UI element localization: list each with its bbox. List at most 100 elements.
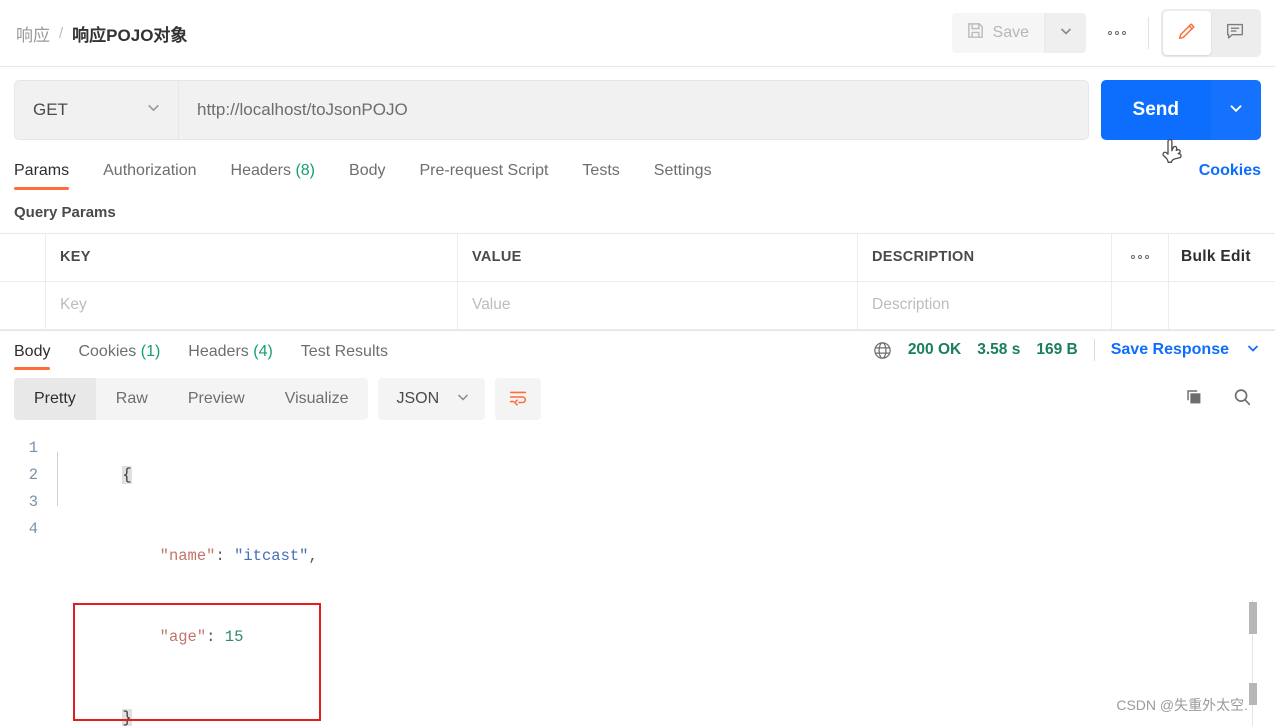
- body-format-select[interactable]: JSON: [378, 378, 486, 421]
- header-value: VALUE: [458, 233, 858, 281]
- tab-body[interactable]: Body: [349, 162, 385, 190]
- response-tab-test-results-label: Test Results: [300, 343, 388, 361]
- json-colon: :: [206, 628, 225, 647]
- copy-response-button[interactable]: [1175, 380, 1213, 418]
- response-body-toolbar: Pretty Raw Preview Visualize JSON: [0, 370, 1275, 426]
- save-label: Save: [992, 24, 1029, 41]
- save-response-button[interactable]: Save Response: [1111, 341, 1229, 359]
- param-key-input[interactable]: Key: [46, 281, 458, 329]
- response-tab-body-label: Body: [14, 343, 51, 361]
- json-key-name: "name": [159, 547, 216, 566]
- response-tab-body[interactable]: Body: [14, 343, 51, 371]
- ellipsis-icon: [1108, 31, 1126, 35]
- code-line-2: "name": "itcast",: [48, 516, 1275, 597]
- view-visualize[interactable]: Visualize: [265, 378, 369, 420]
- breadcrumb-parent[interactable]: 响应: [16, 21, 50, 46]
- save-dropdown-button[interactable]: [1044, 13, 1086, 53]
- code-line-4: }: [48, 678, 1275, 726]
- more-options-button[interactable]: [1094, 13, 1140, 53]
- save-button[interactable]: Save: [951, 13, 1044, 53]
- globe-icon: [872, 340, 892, 360]
- request-url-input[interactable]: [179, 80, 1089, 140]
- tab-settings[interactable]: Settings: [654, 162, 712, 190]
- view-preview[interactable]: Preview: [168, 378, 265, 420]
- breadcrumb: 响应 / 响应POJO对象: [16, 21, 187, 46]
- row-options-cell: [1112, 281, 1169, 329]
- row-checkbox-cell[interactable]: [0, 281, 46, 329]
- send-button-group: Send: [1100, 80, 1261, 140]
- save-button-group: Save: [951, 13, 1086, 53]
- param-description-input[interactable]: Description: [858, 281, 1112, 329]
- bulk-edit-button[interactable]: Bulk Edit: [1169, 234, 1275, 281]
- response-tab-cookies[interactable]: Cookies (1): [78, 343, 160, 370]
- search-response-button[interactable]: [1223, 380, 1261, 418]
- response-tab-headers-count: (4): [253, 343, 273, 361]
- chevron-down-icon[interactable]: [1245, 340, 1261, 361]
- word-wrap-icon: [507, 386, 529, 413]
- response-scrollbar[interactable]: [1249, 600, 1257, 726]
- chevron-down-icon: [1227, 99, 1245, 122]
- breadcrumb-current: 响应POJO对象: [72, 25, 188, 45]
- line-number: 2: [28, 466, 38, 485]
- code-open-brace: {: [122, 466, 132, 485]
- response-tab-cookies-label: Cookies: [78, 343, 137, 361]
- table-header-row: KEY VALUE DESCRIPTION Bulk Edit: [0, 233, 1275, 282]
- code-close-brace: }: [122, 709, 132, 726]
- cookies-link[interactable]: Cookies: [1199, 162, 1261, 190]
- response-json-code[interactable]: { "name": "itcast", "age": 15 }: [48, 426, 1275, 726]
- tab-params[interactable]: Params: [14, 161, 70, 190]
- tab-authorization[interactable]: Authorization: [103, 162, 196, 190]
- line-number: 3: [28, 493, 38, 512]
- floppy-disk-icon: [966, 21, 985, 45]
- response-status: 200 OK: [907, 341, 962, 359]
- header-checkbox-cell: [0, 233, 46, 281]
- watermark: CSDN @失重外太空.: [1116, 697, 1248, 713]
- param-value-input[interactable]: Value: [458, 281, 858, 329]
- line-number-gutter: 1 2 3 4: [14, 426, 48, 726]
- send-dropdown-button[interactable]: [1211, 80, 1261, 140]
- table-options-button[interactable]: [1112, 233, 1169, 281]
- send-button[interactable]: Send: [1100, 80, 1211, 140]
- query-params-table: KEY VALUE DESCRIPTION Bulk Edit Key Valu…: [0, 232, 1275, 330]
- tab-headers-label: Headers: [230, 161, 291, 179]
- app-header: 响应 / 响应POJO对象 Save: [0, 0, 1275, 67]
- body-view-switch: Pretty Raw Preview Visualize: [14, 378, 369, 421]
- json-comma: ,: [308, 547, 318, 566]
- scrollbar-thumb-secondary[interactable]: [1249, 683, 1257, 705]
- breadcrumb-separator: /: [59, 24, 64, 42]
- edit-mode-button[interactable]: [1163, 11, 1211, 55]
- word-wrap-button[interactable]: [495, 378, 542, 421]
- body-format-value: JSON: [396, 390, 440, 408]
- http-method-select[interactable]: GET: [14, 80, 179, 140]
- tab-tests-label: Tests: [582, 161, 620, 179]
- tab-params-label: Params: [14, 161, 70, 179]
- view-pretty[interactable]: Pretty: [14, 378, 96, 421]
- response-tab-cookies-count: (1): [140, 343, 161, 361]
- line-number: 1: [28, 439, 38, 458]
- code-line-3: "age": 15: [48, 597, 1275, 678]
- response-body-viewer: 1 2 3 4 { "name": "itcast", "age": 15 }: [0, 426, 1275, 726]
- tab-pre-request-script[interactable]: Pre-request Script: [419, 162, 548, 190]
- header-actions: Save: [951, 9, 1261, 57]
- response-tabs: Body Cookies (1) Headers (4) Test Result…: [0, 331, 1275, 371]
- code-fold-guide: [57, 452, 58, 507]
- mouse-cursor-pointer: [1160, 138, 1186, 168]
- chevron-down-icon: [1058, 23, 1074, 44]
- table-row: Key Value Description: [0, 281, 1275, 330]
- code-line-1: {: [48, 435, 1275, 516]
- tab-tests[interactable]: Tests: [582, 162, 619, 190]
- tab-authorization-label: Authorization: [103, 161, 197, 179]
- view-raw[interactable]: Raw: [96, 378, 168, 420]
- response-tab-headers[interactable]: Headers (4): [188, 343, 273, 370]
- tab-headers[interactable]: Headers (8): [231, 162, 316, 190]
- search-icon: [1231, 386, 1253, 413]
- scrollbar-thumb[interactable]: [1249, 602, 1257, 634]
- comments-button[interactable]: [1211, 11, 1259, 55]
- response-tab-test-results[interactable]: Test Results: [301, 343, 388, 370]
- chevron-down-icon: [145, 99, 162, 121]
- header-description: DESCRIPTION: [858, 233, 1112, 281]
- row-bulk-cell: [1169, 282, 1275, 329]
- response-time: 3.58 s: [977, 341, 1021, 359]
- view-toggle-group: [1161, 9, 1261, 57]
